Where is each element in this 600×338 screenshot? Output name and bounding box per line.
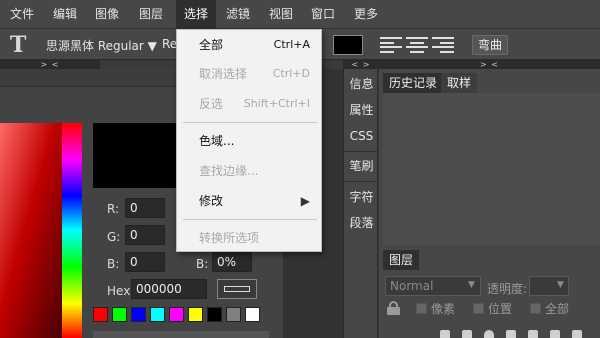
menu-layer[interactable]: 图层: [131, 0, 171, 29]
menu-more[interactable]: 更多: [346, 0, 386, 29]
lock-all[interactable]: 全部: [530, 300, 569, 317]
menu-item-modify[interactable]: 修改 ▶: [177, 189, 321, 213]
menu-bar: 文件 编辑 图像 图层 选择 滤镜 视图 窗口 更多: [0, 0, 600, 29]
menu-item-label: 修改: [199, 194, 224, 208]
lock-all-label: 全部: [545, 302, 570, 316]
opacity-label: 透明度:: [487, 282, 528, 296]
saturation-brightness-field[interactable]: [0, 123, 62, 338]
tab-character[interactable]: 字符: [344, 184, 379, 210]
menu-image[interactable]: 图像: [87, 0, 127, 29]
r-label: R:: [107, 202, 120, 216]
tab-paragraph[interactable]: 段落: [344, 210, 379, 236]
tab-properties[interactable]: 属性: [344, 97, 379, 123]
g-label: G:: [107, 230, 121, 244]
layer-style-icon[interactable]: [462, 330, 472, 338]
menu-item-select-all[interactable]: 全部 Ctrl+A: [177, 33, 321, 57]
menu-item-shortcut: Ctrl+D: [272, 67, 310, 80]
b-label: B:: [107, 257, 120, 271]
font-family-select[interactable]: 思源黑体 Regular ▼: [46, 37, 157, 54]
tab-history[interactable]: 历史记录: [383, 73, 444, 93]
link-layers-icon[interactable]: [440, 330, 450, 338]
menu-edit[interactable]: 编辑: [45, 0, 85, 29]
menu-item-label: 取消选择: [199, 67, 248, 81]
warp-text-button[interactable]: 弯曲: [472, 35, 508, 55]
history-list: [383, 93, 600, 245]
menu-item-shortcut: Shift+Ctrl+I: [243, 97, 310, 110]
menu-item-deselect: 取消选择 Ctrl+D: [177, 62, 321, 86]
type-tool-icon[interactable]: T: [10, 32, 26, 58]
lock-position[interactable]: 位置: [473, 300, 512, 317]
menu-item-label: 查找边缘...: [199, 164, 259, 178]
tab-divider: [344, 181, 379, 182]
tab-layers[interactable]: 图层: [383, 250, 420, 270]
blend-mode-select[interactable]: Normal: [385, 276, 481, 296]
select-menu-dropdown: 全部 Ctrl+A 取消选择 Ctrl+D 反选 Shift+Ctrl+I 色域…: [176, 29, 322, 252]
menu-item-label: 全部: [199, 38, 224, 52]
submenu-arrow-icon: ▶: [300, 194, 310, 208]
swatch-white[interactable]: [245, 307, 260, 322]
tab-sampler[interactable]: 取样: [441, 73, 478, 93]
color-panel-footer: [93, 331, 269, 338]
menu-window[interactable]: 窗口: [303, 0, 343, 29]
align-center-icon[interactable]: [406, 36, 428, 54]
brightness-label: B:: [196, 257, 209, 271]
menu-item-find-edges: 查找边缘...: [177, 159, 321, 183]
tab-brush[interactable]: 笔刷: [344, 153, 379, 179]
foreground-color-button[interactable]: [217, 279, 257, 299]
lock-pixels-label: 像素: [431, 302, 456, 316]
menu-view[interactable]: 视图: [261, 0, 301, 29]
menu-item-label: 转换所选项: [199, 231, 260, 245]
lock-pixels-checkbox[interactable]: [416, 303, 427, 314]
menu-file[interactable]: 文件: [2, 0, 42, 29]
text-color-swatch[interactable]: [333, 35, 363, 55]
swatch-gray[interactable]: [226, 307, 241, 322]
new-group-icon[interactable]: [528, 330, 538, 338]
g-input[interactable]: 0: [125, 225, 165, 245]
font-style-select[interactable]: Re: [162, 37, 177, 51]
lock-position-label: 位置: [488, 302, 513, 316]
hex-input[interactable]: 000000: [131, 279, 207, 299]
swatch-yellow[interactable]: [188, 307, 203, 322]
panel-tabs-column: 信息 属性 CSS 笔刷 字符 段落: [343, 69, 379, 338]
menu-item-shortcut: Ctrl+A: [273, 38, 310, 51]
menu-item-label: 反选: [199, 97, 224, 111]
menu-item-transform-selection: 转换所选项: [177, 226, 321, 250]
menu-item-inverse: 反选 Shift+Ctrl+I: [177, 92, 321, 116]
left-collapse-strip[interactable]: > <: [0, 60, 100, 69]
menu-select[interactable]: 选择: [176, 0, 217, 29]
lock-position-checkbox[interactable]: [473, 303, 484, 314]
lock-icon: [387, 301, 400, 315]
swatch-black[interactable]: [207, 307, 222, 322]
tab-info[interactable]: 信息: [344, 71, 379, 97]
swatch-red[interactable]: [93, 307, 108, 322]
menu-item-color-range[interactable]: 色域...: [177, 129, 321, 153]
b-input[interactable]: 0: [125, 252, 165, 272]
align-right-icon[interactable]: [432, 36, 454, 54]
r-input[interactable]: 0: [125, 198, 165, 218]
new-layer-icon[interactable]: [550, 330, 560, 338]
menu-separator: [183, 219, 317, 220]
menu-item-label: 色域...: [199, 134, 235, 148]
chevron-down-icon: ▼: [468, 280, 475, 290]
hue-slider[interactable]: [62, 123, 82, 338]
align-left-icon[interactable]: [380, 36, 402, 54]
swatch-blue[interactable]: [131, 307, 146, 322]
mask-icon[interactable]: [506, 330, 516, 338]
delete-layer-icon[interactable]: [572, 330, 582, 338]
swatch-green[interactable]: [112, 307, 127, 322]
adjustment-layer-icon[interactable]: [484, 330, 494, 338]
lock-pixels[interactable]: 像素: [416, 300, 455, 317]
swatch-cyan[interactable]: [150, 307, 165, 322]
tab-divider: [344, 151, 379, 152]
menu-filter[interactable]: 滤镜: [218, 0, 258, 29]
swatch-magenta[interactable]: [169, 307, 184, 322]
menu-separator: [183, 122, 317, 123]
brightness-input[interactable]: 0%: [212, 252, 252, 272]
lock-all-checkbox[interactable]: [530, 303, 541, 314]
mid-collapse-strip[interactable]: < >: [343, 60, 379, 69]
tab-css[interactable]: CSS: [344, 123, 379, 149]
right-collapse-strip[interactable]: > <: [379, 60, 600, 69]
chevron-down-icon: ▼: [557, 280, 564, 290]
